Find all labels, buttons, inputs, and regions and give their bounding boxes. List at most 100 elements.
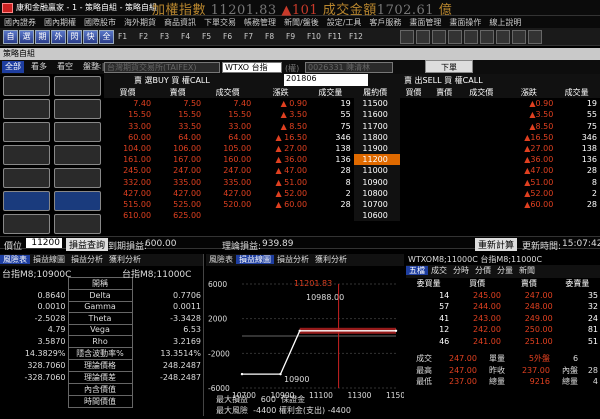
menu-item-7[interactable]: 新聞/盤後 [280,16,323,28]
depth-tab-1[interactable]: 成交 [428,266,450,275]
menu-item-2[interactable]: 國際股市 [80,16,120,28]
menu-item-10[interactable]: 畫面管理 [405,16,445,28]
pnl-query-button[interactable]: 損益查詢 [66,238,109,251]
market-select[interactable]: 台灣期貨交易所(TAIFEX) [104,62,220,73]
quote-row[interactable]: 33.00 33.50 33.00 ▲ 8.50 75 11700 ▲8.50 75 [104,120,600,132]
risk-right-value: -3.3428 [170,313,201,323]
menu-item-1[interactable]: 國內期權 [40,16,80,28]
tab-risk-table[interactable]: 風險表 [0,255,30,264]
tab-profit-analysis[interactable]: 獲利分析 [312,255,350,264]
tab-all[interactable]: 全部 [2,61,24,73]
tab-pnl-chart[interactable]: 損益線圖 [30,255,68,264]
fkey-f4[interactable]: F4 [181,32,190,41]
toolbar-icon-6[interactable]: 全 [99,30,114,44]
menu-item-4[interactable]: 商品資訊 [160,16,200,28]
month-select[interactable]: 201806 [284,74,368,86]
toolbar-tool-icon[interactable] [400,30,414,44]
strategy-button[interactable] [54,214,101,234]
depth-tab-5[interactable]: 新聞 [516,266,538,275]
quote-row[interactable]: 161.00 167.00 160.00 ▲ 36.00 136 11200 ▲36.00 1… [104,154,600,166]
stat-cell: 4 [592,377,598,387]
premium-value: -4400 [327,406,351,415]
toolbar-icon-0[interactable]: 自 [3,30,18,44]
strategy-button[interactable] [3,76,50,96]
fkey-f8[interactable]: F8 [265,32,274,41]
fkey-f7[interactable]: F7 [244,32,253,41]
fkey-f2[interactable]: F2 [139,32,148,41]
strategy-button[interactable] [3,214,50,234]
strategy-button[interactable] [54,191,101,211]
quote-row[interactable]: 245.00 247.00 247.00 ▲ 47.00 28 11000 ▲47.00 28 [104,165,600,177]
strategy-button[interactable] [54,99,101,119]
fkey-f11[interactable]: F11 [328,32,342,41]
menu-item-3[interactable]: 海外期貨 [120,16,160,28]
menu-item-6[interactable]: 帳務管理 [240,16,280,28]
tab-bullish[interactable]: 看多 [28,61,50,73]
warrant-select[interactable]: 0026331 陳清林 [305,62,393,73]
depth-tab-3[interactable]: 分價 [472,266,494,275]
menu-item-5[interactable]: 下單交易 [200,16,240,28]
quote-bid: 7.40 [133,99,152,109]
fkey-f9[interactable]: F9 [286,32,295,41]
quote-row[interactable]: 7.40 7.50 7.40 ▲ 0.90 19 11500 ▲0.90 19 [104,98,600,110]
quote-row[interactable]: 610.00 625.00 10600 [104,210,600,222]
strategy-button[interactable] [3,168,50,188]
toolbar-icon-2[interactable]: 期 [35,30,50,44]
fkey-f1[interactable]: F1 [118,32,127,41]
risk-row: 3.5870 Rho 3.2169 [0,335,203,348]
toolbar-tool-icon[interactable] [528,30,542,44]
tab-bearish[interactable]: 看空 [54,61,76,73]
quote-chg: ▲ 47.00 [275,166,308,176]
toolbar-tool-icon[interactable] [480,30,494,44]
strategy-button[interactable] [54,168,101,188]
fkey-f10[interactable]: F10 [307,32,321,41]
product-select[interactable]: WTXO 台指 [222,62,282,73]
tab-pnl-analysis[interactable]: 損益分析 [68,255,106,264]
strategy-button[interactable] [3,122,50,142]
toolbar-tool-icon[interactable] [496,30,510,44]
strategy-button[interactable] [3,145,50,165]
fkey-f6[interactable]: F6 [223,32,232,41]
order-button[interactable]: 下單 [425,60,473,73]
quote-row[interactable]: 515.00 525.00 520.00 ▲ 60.00 28 10700 ▲60.00 28 [104,198,600,211]
quote-row[interactable]: 427.00 427.00 427.00 ▲ 52.00 2 10800 ▲52.00 2 [104,187,600,199]
menu-item-9[interactable]: 客戶服務 [365,16,405,28]
risk-left-value: 0.0010 [37,302,66,312]
toolbar-tool-icon[interactable] [464,30,478,44]
strategy-button[interactable] [54,76,101,96]
price-input[interactable]: 11200 [26,238,62,248]
recalc-button[interactable]: 重新計算 [475,238,518,251]
toolbar-tool-icon[interactable] [432,30,446,44]
toolbar-tool-icon[interactable] [448,30,462,44]
menu-item-12[interactable]: 線上說明 [485,16,525,28]
tab-risk-table[interactable]: 風險表 [206,255,236,264]
menu-item-0[interactable]: 國內證券 [0,16,40,28]
strategy-button[interactable] [54,145,101,165]
menu-item-11[interactable]: 畫面操作 [445,16,485,28]
tab-pnl-chart[interactable]: 損益線圖 [236,255,274,264]
quote-row[interactable]: 15.50 15.50 15.50 ▲ 3.50 55 11600 ▲3.50 55 [104,109,600,121]
quote-bid: 33.00 [128,121,152,131]
fkey-f3[interactable]: F3 [160,32,169,41]
fkey-f5[interactable]: F5 [202,32,211,41]
toolbar-tool-icon[interactable] [512,30,526,44]
quote-row[interactable]: 104.00 106.00 105.00 ▲ 27.00 138 11900 ▲27.00 1… [104,142,600,155]
menu-item-8[interactable]: 設定/工具 [323,16,366,28]
tab-pnl-analysis[interactable]: 損益分析 [274,255,312,264]
toolbar-icon-3[interactable]: 外 [51,30,66,44]
tab-profit-analysis[interactable]: 獲利分析 [106,255,144,264]
depth-tab-4[interactable]: 分量 [494,266,516,275]
toolbar-tool-icon[interactable] [416,30,430,44]
quote-row[interactable]: 60.00 64.00 64.00 ▲ 16.50 346 11800 ▲16.50 346 [104,131,600,143]
toolbar-icon-1[interactable]: 選 [19,30,34,44]
quote-row[interactable]: 332.00 335.00 335.00 ▲ 51.00 8 10900 ▲51.00 8 [104,176,600,188]
depth-tab-2[interactable]: 分時 [450,266,472,275]
max-pnl-label: 最大損益 [216,395,248,404]
toolbar-icon-4[interactable]: 閃 [67,30,82,44]
strategy-button[interactable] [54,122,101,142]
depth-tab-0[interactable]: 五檔 [406,266,428,275]
fkey-f12[interactable]: F12 [349,32,363,41]
toolbar-icon-5[interactable]: 快 [83,30,98,44]
strategy-button[interactable] [3,99,50,119]
strategy-button[interactable] [3,191,50,211]
